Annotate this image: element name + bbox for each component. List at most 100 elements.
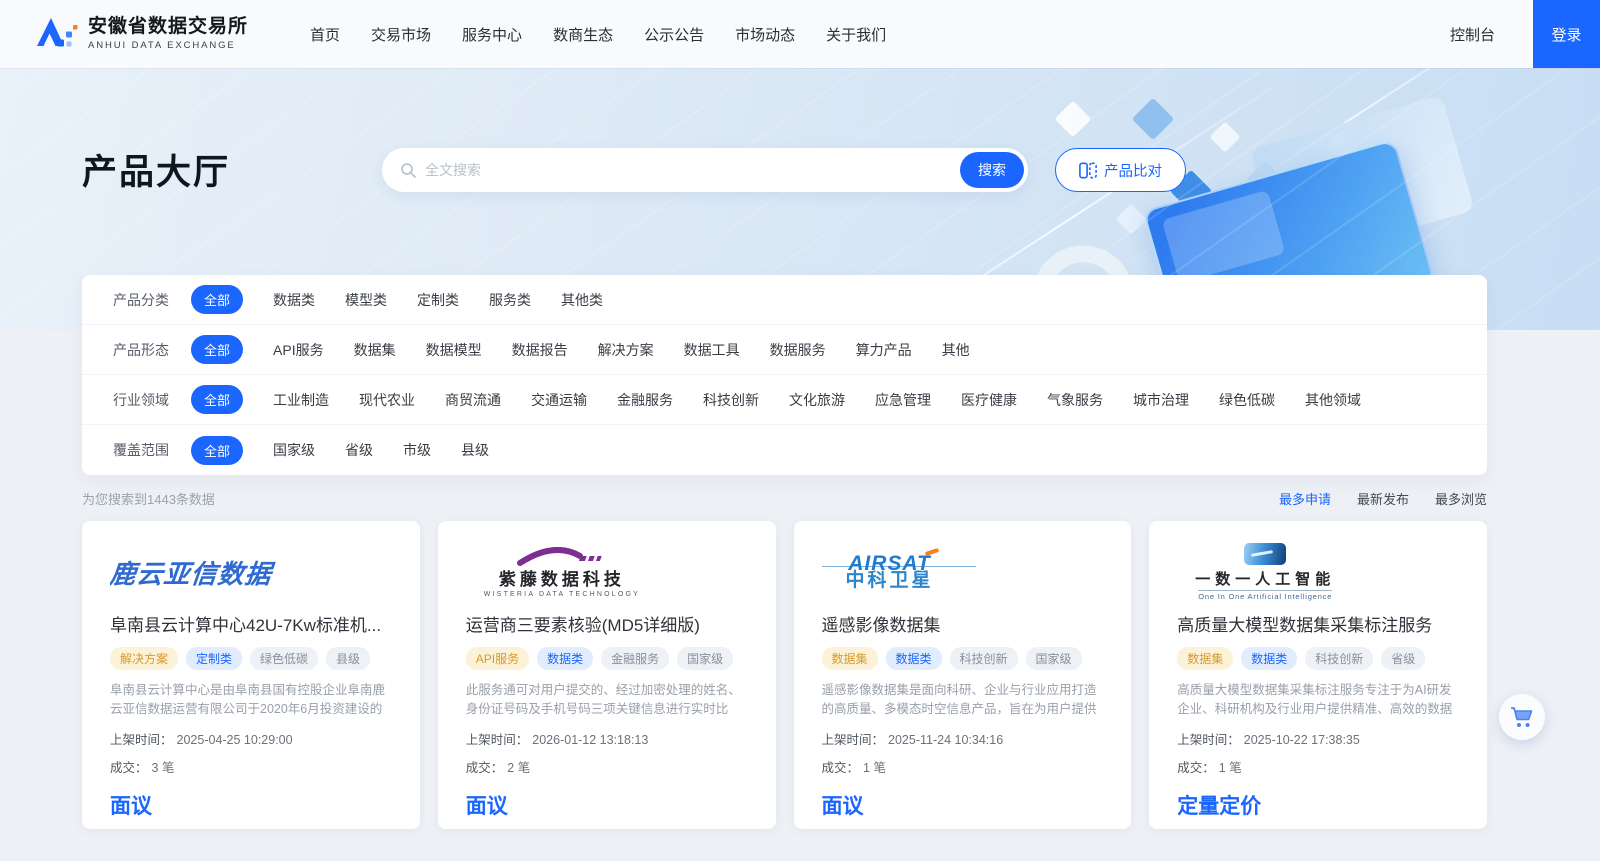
filter-option-0[interactable]: 全部 — [191, 335, 244, 364]
product-card[interactable]: AIRSAT 中科卫星 遥感影像数据集 数据集 数据类 科技创新 国家级 遥感影… — [793, 521, 1132, 829]
product-title[interactable]: 阜南县云计算中心42U-7Kw标准机... — [110, 611, 392, 636]
tag: 国家级 — [677, 647, 734, 670]
decor-cube — [1325, 129, 1359, 163]
price: 定量定价 — [1177, 795, 1262, 818]
filter-option-9[interactable]: 其他 — [942, 340, 970, 360]
listed-time: 上架时间： 2025-10-22 17:38:35 — [1177, 729, 1459, 748]
vendor-logo: 紫藤数据科技 WISTERIA DATA TECHNOLOGY — [466, 543, 748, 601]
filter-option-2[interactable]: 模型类 — [345, 290, 387, 310]
filter-option-4[interactable]: 交通运输 — [531, 390, 587, 410]
filter-option-5[interactable]: 金融服务 — [617, 390, 673, 410]
filter-option-3[interactable]: 商贸流通 — [445, 390, 501, 410]
tag: 数据集 — [821, 647, 878, 670]
decor-cube — [1054, 100, 1092, 138]
tag: 数据类 — [1241, 647, 1298, 670]
product-title[interactable]: 运营商三要素核验(MD5详细版) — [466, 611, 748, 636]
compare-label: 产品比对 — [1104, 163, 1162, 180]
deal-count-label: 成交： — [1177, 761, 1215, 775]
deal-count-value: 1 笔 — [1218, 761, 1242, 775]
filter-option-11[interactable]: 城市治理 — [1133, 390, 1189, 410]
product-compare-button[interactable]: 产品比对 — [1055, 148, 1186, 192]
deal-count-value: 1 笔 — [863, 761, 886, 775]
product-title[interactable]: 遥感影像数据集 — [822, 611, 1104, 636]
tag: API服务 — [465, 647, 530, 670]
product-description: 高质量大模型数据集采集标注服务专注于为AI研发企业、科研机构及行业用户提供精准、… — [1177, 683, 1453, 717]
filter-option-6[interactable]: 数据工具 — [684, 340, 740, 360]
price: 面议 — [465, 795, 508, 818]
filter-option-0[interactable]: 全部 — [191, 385, 244, 414]
filter-option-7[interactable]: 数据服务 — [770, 340, 826, 360]
price: 面议 — [821, 795, 864, 818]
nav-item-2[interactable]: 服务中心 — [462, 24, 522, 45]
filter-option-0[interactable]: 全部 — [191, 285, 244, 314]
filter-option-1[interactable]: 工业制造 — [273, 390, 329, 410]
search-button[interactable]: 搜索 — [960, 152, 1024, 188]
filter-option-7[interactable]: 文化旅游 — [789, 390, 845, 410]
search-bar: 搜索 — [382, 148, 1028, 192]
filter-option-5[interactable]: 其他类 — [561, 290, 603, 310]
product-tags: 解决方案 定制类 绿色低碳 县级 — [110, 647, 392, 670]
filter-option-4[interactable]: 县级 — [461, 440, 489, 460]
nav-item-6[interactable]: 关于我们 — [826, 24, 886, 45]
filter-option-1[interactable]: API服务 — [273, 340, 324, 360]
nav-item-3[interactable]: 数商生态 — [553, 24, 613, 45]
console-link[interactable]: 控制台 — [1450, 24, 1495, 45]
brand-logo[interactable]: 安徽省数据交易所 ANHUI DATA EXCHANGE — [36, 15, 248, 53]
nav-item-0[interactable]: 首页 — [310, 24, 340, 45]
wisteria-swoosh-icon — [516, 546, 602, 566]
filter-option-3[interactable]: 定制类 — [417, 290, 459, 310]
login-button[interactable]: 登录 — [1533, 0, 1600, 68]
sort-option-1[interactable]: 最新发布 — [1357, 489, 1409, 508]
deal-count-label: 成交： — [110, 761, 148, 775]
decor-panel — [1249, 94, 1475, 266]
filter-label: 产品形态 — [113, 341, 169, 358]
tag: 金融服务 — [601, 647, 670, 670]
vendor-logo-text: 鹿云亚信数据 — [110, 558, 274, 589]
cart-fab-button[interactable] — [1499, 694, 1545, 740]
sort-option-2[interactable]: 最多浏览 — [1435, 489, 1487, 508]
filter-option-1[interactable]: 国家级 — [273, 440, 315, 460]
filter-option-5[interactable]: 解决方案 — [598, 340, 654, 360]
filter-row-product-category: 产品分类 全部 数据类 模型类 定制类 服务类 其他类 — [82, 275, 1487, 325]
filter-option-8[interactable]: 算力产品 — [856, 340, 912, 360]
shopping-cart-icon — [1511, 707, 1533, 727]
search-input[interactable] — [425, 162, 960, 178]
filter-option-13[interactable]: 其他领域 — [1305, 390, 1361, 410]
filter-option-4[interactable]: 数据报告 — [512, 340, 568, 360]
filter-option-2[interactable]: 省级 — [345, 440, 373, 460]
filter-option-10[interactable]: 气象服务 — [1047, 390, 1103, 410]
filter-option-2[interactable]: 数据集 — [354, 340, 396, 360]
filter-option-2[interactable]: 现代农业 — [359, 390, 415, 410]
decor-panel-inner — [1161, 189, 1286, 284]
filter-option-6[interactable]: 科技创新 — [703, 390, 759, 410]
filter-option-0[interactable]: 全部 — [191, 435, 244, 465]
filter-options: 全部 API服务 数据集 数据模型 数据报告 解决方案 数据工具 数据服务 算力产品 其他 — [191, 335, 970, 364]
deal-count-value: 3 笔 — [151, 761, 175, 775]
filter-option-4[interactable]: 服务类 — [489, 290, 531, 310]
filter-option-9[interactable]: 医疗健康 — [961, 390, 1017, 410]
filter-row-product-form: 产品形态 全部 API服务 数据集 数据模型 数据报告 解决方案 数据工具 数据服务 算力产品 其… — [82, 325, 1487, 375]
tag: 科技创新 — [949, 647, 1018, 670]
nav-item-4[interactable]: 公示公告 — [644, 24, 704, 45]
vendor-logo-text: 紫藤数据科技 — [498, 569, 625, 589]
listed-time-label: 上架时间： — [465, 733, 529, 747]
tag: 定制类 — [186, 647, 243, 670]
filter-option-8[interactable]: 应急管理 — [875, 390, 931, 410]
filter-option-12[interactable]: 绿色低碳 — [1219, 390, 1275, 410]
brand-logo-icon — [37, 18, 78, 47]
nav-item-1[interactable]: 交易市场 — [371, 24, 431, 45]
filter-option-3[interactable]: 市级 — [403, 440, 431, 460]
filter-label: 行业领域 — [113, 391, 169, 408]
product-title[interactable]: 高质量大模型数据集采集标注服务 — [1177, 611, 1459, 636]
product-card[interactable]: 一数一人工智能 One In One Artificial Intelligen… — [1149, 521, 1487, 829]
filter-option-1[interactable]: 数据类 — [273, 290, 315, 310]
filter-options: 全部 国家级 省级 市级 县级 — [191, 435, 489, 465]
nav-item-5[interactable]: 市场动态 — [735, 24, 795, 45]
product-description: 遥感影像数据集是面向科研、企业与行业应用打造的高质量、多模态时空信息产品，旨在为… — [821, 683, 1097, 717]
filter-option-3[interactable]: 数据模型 — [426, 340, 482, 360]
oneai-logo-icon — [1244, 543, 1287, 565]
vendor-logo-text: AIRSAT — [848, 547, 940, 574]
product-card[interactable]: 紫藤数据科技 WISTERIA DATA TECHNOLOGY 运营商三要素核验… — [437, 521, 776, 829]
product-card[interactable]: 鹿云亚信数据 阜南县云计算中心42U-7Kw标准机... 解决方案 定制类 绿色… — [82, 521, 420, 829]
sort-option-0[interactable]: 最多申请 — [1279, 489, 1331, 508]
